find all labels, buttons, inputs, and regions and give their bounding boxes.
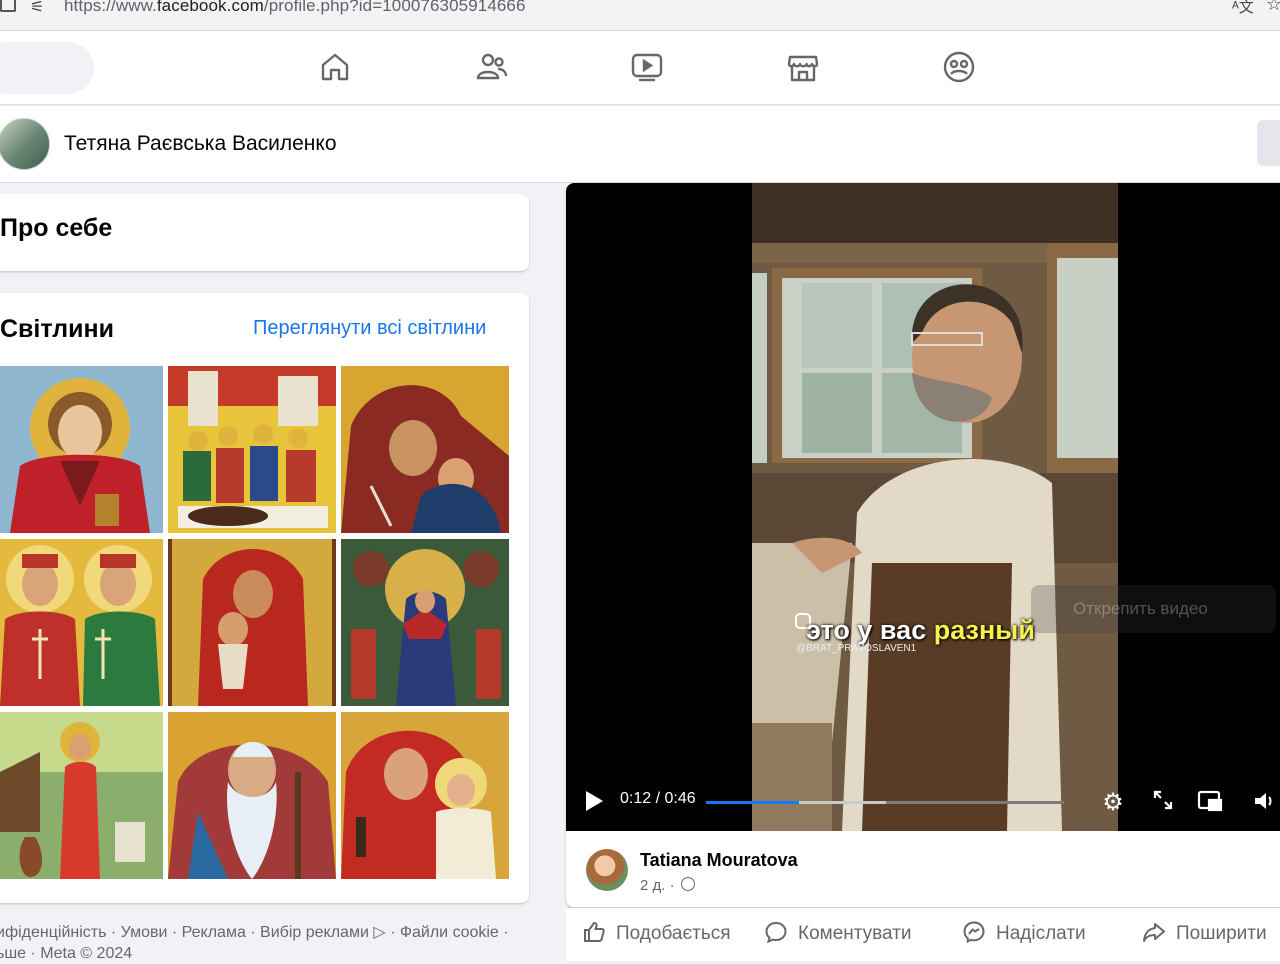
globe-icon (680, 877, 695, 891)
photo-thumbnail[interactable] (168, 366, 336, 533)
fullscreen-icon[interactable] (1149, 789, 1177, 817)
bookmark-star-icon[interactable]: ☆ (1266, 0, 1280, 15)
photo-thumbnail[interactable] (0, 366, 163, 533)
photos-card: Світлини Переглянути всі світлини (0, 293, 529, 903)
search-input[interactable] (0, 42, 94, 94)
comment-icon (764, 920, 788, 944)
comment-label: Коментувати (798, 923, 912, 944)
url-text[interactable]: https://www.facebook.com/profile.php?id=… (64, 0, 526, 16)
url-prefix: https://www. (64, 0, 157, 15)
settings-gear-icon[interactable]: ⚙ (1099, 789, 1127, 817)
profile-action-button[interactable] (1257, 120, 1280, 166)
video-subtitle: это у вас разный (806, 615, 1035, 646)
photo-thumbnail[interactable] (0, 712, 163, 879)
like-button[interactable]: Подобається (582, 920, 731, 945)
video-frame[interactable] (752, 183, 1118, 831)
video-controls: 0:12 / 0:46 ⚙ (566, 779, 1280, 829)
translate-icon[interactable]: ᴬ文 (1232, 0, 1254, 17)
post-time[interactable]: 2 д. (640, 877, 665, 894)
send-button[interactable]: Надіслати (962, 920, 1086, 945)
top-navigation (0, 31, 1280, 104)
video-icon[interactable] (629, 49, 665, 85)
home-icon[interactable] (317, 49, 353, 85)
photo-thumbnail[interactable] (341, 712, 509, 879)
post-actions-bar: Подобається Коментувати Надіслати Пошири… (566, 907, 1280, 961)
subtitle-highlight: разный (933, 615, 1035, 645)
video-player[interactable]: это у вас разный @BRAT_PRAVOSLAVEN1 Откр… (566, 183, 1280, 831)
author-avatar[interactable] (586, 849, 628, 891)
share-arrow-icon (1142, 920, 1166, 944)
volume-icon[interactable] (1250, 789, 1278, 817)
photo-thumbnail[interactable] (341, 539, 509, 706)
site-settings-icon[interactable]: ⚟ (30, 0, 44, 17)
subtitle-text: это у вас (806, 615, 934, 645)
photo-thumbnail[interactable] (0, 539, 163, 706)
friends-icon[interactable] (473, 49, 509, 85)
picture-in-picture-icon[interactable] (1196, 789, 1224, 817)
photo-thumbnail[interactable] (341, 366, 509, 533)
play-icon[interactable] (586, 791, 603, 811)
url-path: /profile.php?id=100076305914666 (263, 0, 526, 15)
comment-button[interactable]: Коментувати (764, 920, 912, 945)
profile-name[interactable]: Тетяна Раєвська Василенко (64, 132, 337, 156)
unpin-video-button[interactable]: Открепить видео (1031, 585, 1276, 633)
video-watermark: @BRAT_PRAVOSLAVEN1 (796, 643, 917, 654)
photo-thumbnail[interactable] (168, 712, 336, 879)
photo-thumbnail[interactable] (168, 539, 336, 706)
about-card: Про себе (0, 194, 529, 271)
browser-url-bar[interactable]: ⚟ https://www.facebook.com/profile.php?i… (0, 0, 1280, 31)
share-button[interactable]: Поширити (1142, 920, 1267, 945)
like-label: Подобається (616, 923, 731, 944)
video-progress-bar[interactable] (706, 801, 1064, 804)
profile-header-bar: Тетяна Раєвська Василенко (0, 106, 1280, 183)
photos-title: Світлини (0, 315, 115, 343)
thumbs-up-icon (582, 920, 606, 944)
video-progress-fill (706, 801, 800, 804)
video-time: 0:12 / 0:46 (620, 790, 696, 807)
footer-line-1[interactable]: ифіденційність · Умови · Реклама · Вибір… (0, 924, 509, 941)
see-all-photos-link[interactable]: Переглянути всі світлини (253, 317, 486, 340)
author-name[interactable]: Tatiana Mouratova (640, 850, 798, 871)
share-label: Поширити (1176, 923, 1267, 944)
about-title: Про себе (0, 214, 113, 242)
footer-links: ифіденційність · Умови · Реклама · Вибір… (0, 922, 536, 964)
video-post: это у вас разный @BRAT_PRAVOSLAVEN1 Откр… (566, 183, 1280, 907)
messenger-icon (962, 920, 986, 944)
url-domain: facebook.com (156, 0, 264, 15)
marketplace-icon[interactable] (785, 49, 821, 85)
page-info-icon[interactable] (0, 0, 16, 12)
send-label: Надіслати (996, 923, 1086, 944)
footer-line-2[interactable]: ьше · Meta © 2024 (0, 945, 132, 962)
post-meta: 2 д. · (640, 877, 695, 894)
profile-avatar[interactable] (0, 118, 50, 170)
gaming-icon[interactable] (941, 49, 977, 85)
